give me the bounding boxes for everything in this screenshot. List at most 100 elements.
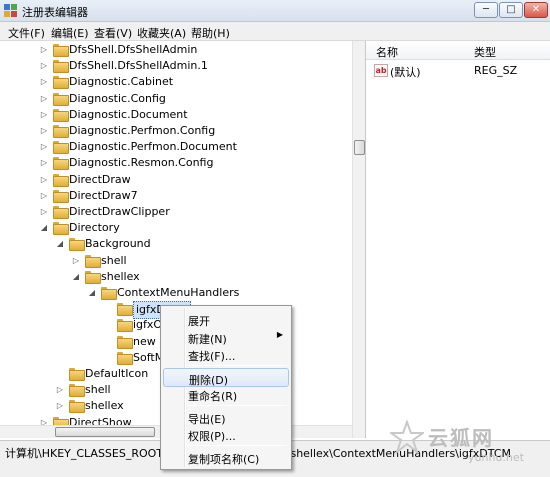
tree-item-label: Diagnostic.Resmon.Config <box>69 156 214 170</box>
folder-icon <box>53 60 69 74</box>
watermark-star-icon <box>390 420 424 454</box>
collapse-arrow-icon[interactable]: ◢ <box>71 269 81 285</box>
tree-item-label: Diagnostic.Perfmon.Document <box>69 140 237 154</box>
collapse-arrow-icon[interactable]: ◢ <box>87 285 97 301</box>
title-bar: 注册表编辑器 ─ □ ✕ <box>0 0 550 22</box>
menu-view[interactable]: 查看(V) <box>94 25 132 41</box>
collapse-arrow-icon[interactable]: ◢ <box>55 236 65 252</box>
menu-favorites[interactable]: 收藏夹(A) <box>137 25 186 41</box>
context-menu-item-label: 查找(F)... <box>188 350 236 363</box>
tree-item-label: Background <box>85 237 151 251</box>
tree-item-label: Directory <box>69 221 120 235</box>
context-menu-item[interactable]: 查找(F)... <box>163 345 289 364</box>
expand-arrow-icon[interactable]: ▷ <box>39 172 49 188</box>
tree-item-label: DirectDraw <box>69 172 131 186</box>
tree-item-label: DirectDraw7 <box>69 188 138 202</box>
menu-edit[interactable]: 编辑(E) <box>51 25 89 41</box>
context-menu-item[interactable]: 重命名(R) <box>163 385 289 404</box>
tree-item-label: Diagnostic.Perfmon.Config <box>69 124 216 137</box>
tree-item-label: shellex <box>85 399 124 413</box>
folder-icon <box>53 76 69 90</box>
expand-arrow-icon[interactable]: ▷ <box>39 42 49 58</box>
close-button[interactable]: ✕ <box>524 2 548 18</box>
folder-icon <box>53 125 69 138</box>
folder-icon <box>53 173 69 187</box>
expand-arrow-icon[interactable]: ▷ <box>39 188 49 204</box>
expand-arrow-icon[interactable]: ▷ <box>71 253 81 269</box>
folder-icon <box>53 157 69 171</box>
expand-arrow-icon[interactable]: ▷ <box>39 204 49 220</box>
tree-item-label: shellex <box>101 269 140 283</box>
folder-icon <box>53 206 69 219</box>
folder-icon <box>53 141 69 155</box>
context-menu-item[interactable]: 展开 <box>163 310 289 329</box>
folder-icon <box>69 400 85 414</box>
context-menu-item[interactable]: 新建(N) ▶ <box>163 328 289 347</box>
expand-arrow-icon[interactable]: ▷ <box>39 74 49 90</box>
column-type-header[interactable]: 类型 <box>474 44 496 60</box>
context-menu-item[interactable]: 删除(D) <box>163 367 289 387</box>
context-menu-item-label: 复制项名称(C) <box>188 452 260 466</box>
tree-vertical-scrollbar[interactable] <box>352 41 366 438</box>
expand-arrow-icon[interactable]: ▷ <box>39 155 49 171</box>
tree-item-label: Diagnostic.Cabinet <box>69 75 174 89</box>
list-header: 名称 类型 <box>366 41 550 60</box>
expand-arrow-icon[interactable]: ▷ <box>39 91 49 107</box>
menu-file[interactable]: 文件(F) <box>8 25 45 41</box>
folder-icon <box>85 270 101 284</box>
expand-arrow-icon[interactable]: ▷ <box>39 123 49 139</box>
expand-arrow-icon[interactable]: ▷ <box>39 139 49 155</box>
folder-icon <box>69 368 85 381</box>
tree-item-label: DfsShell.DfsShellAdmin.1 <box>69 59 208 73</box>
tree-vertical-scroll-thumb[interactable] <box>354 140 365 155</box>
tree-item-label: DfsShell.DfsShellAdmin <box>69 43 198 56</box>
folder-icon <box>117 303 133 317</box>
context-menu-item[interactable]: 权限(P)... <box>163 425 289 444</box>
watermark-main-text: 云狐网 <box>428 426 494 450</box>
folder-icon <box>53 108 69 122</box>
collapse-arrow-icon[interactable]: ◢ <box>39 220 49 236</box>
folder-icon <box>53 44 69 57</box>
minimize-button[interactable]: ─ <box>474 2 498 18</box>
column-name-header[interactable]: 名称 <box>376 44 398 60</box>
expand-arrow-icon[interactable]: ▷ <box>55 398 65 414</box>
tree-item-label: Diagnostic.Config <box>69 91 166 105</box>
maximize-button[interactable]: □ <box>499 2 523 18</box>
tree-item-label: ContextMenuHandlers <box>117 286 240 299</box>
watermark: 云狐网 yunhu.net <box>388 418 548 470</box>
registry-editor-icon <box>4 4 17 17</box>
context-menu-item-label: 权限(P)... <box>188 430 236 443</box>
submenu-arrow-icon: ▶ <box>276 329 283 339</box>
context-menu: 展开 新建(N) ▶ 查找(F)... 删除(D) 重命名(R) 导出(E) 权限(P)...… <box>160 305 292 470</box>
value-list[interactable]: 名称 类型 ab (默认) REG_SZ <box>366 41 550 438</box>
menu-bar: 文件(F) 编辑(E) 查看(V) 收藏夹(A) 帮助(H) <box>0 22 550 41</box>
tree-item-label: DirectDrawClipper <box>69 205 170 218</box>
folder-icon <box>117 351 133 365</box>
tree-horizontal-scroll-thumb[interactable] <box>55 427 155 437</box>
folder-icon <box>117 319 133 333</box>
folder-icon <box>53 92 69 106</box>
context-menu-item[interactable]: 导出(E) <box>163 408 289 427</box>
expand-arrow-icon[interactable]: ▷ <box>39 58 49 74</box>
value-name: (默认) <box>390 66 421 79</box>
context-menu-item[interactable]: 复制项名称(C) <box>163 448 289 467</box>
tree-item-label: Diagnostic.Document <box>69 107 188 121</box>
folder-icon <box>53 189 69 203</box>
tree-item-label: shell <box>101 253 127 267</box>
context-menu-item-label: 重命名(R) <box>188 390 238 403</box>
list-item[interactable]: ab (默认) REG_SZ <box>366 63 550 79</box>
expand-arrow-icon[interactable]: ▷ <box>39 107 49 123</box>
tree-item-label: DefaultIcon <box>85 367 149 380</box>
folder-icon <box>69 384 85 398</box>
tree-item-label: new <box>133 334 156 348</box>
string-value-icon: ab <box>374 64 388 77</box>
menu-help[interactable]: 帮助(H) <box>191 25 230 41</box>
menu-separator <box>187 404 287 406</box>
folder-icon <box>85 254 101 268</box>
value-type: REG_SZ <box>474 64 518 77</box>
folder-icon <box>53 222 69 236</box>
folder-icon <box>101 287 117 300</box>
menu-separator <box>187 444 287 446</box>
expand-arrow-icon[interactable]: ▷ <box>55 382 65 398</box>
window-title: 注册表编辑器 <box>22 6 88 19</box>
